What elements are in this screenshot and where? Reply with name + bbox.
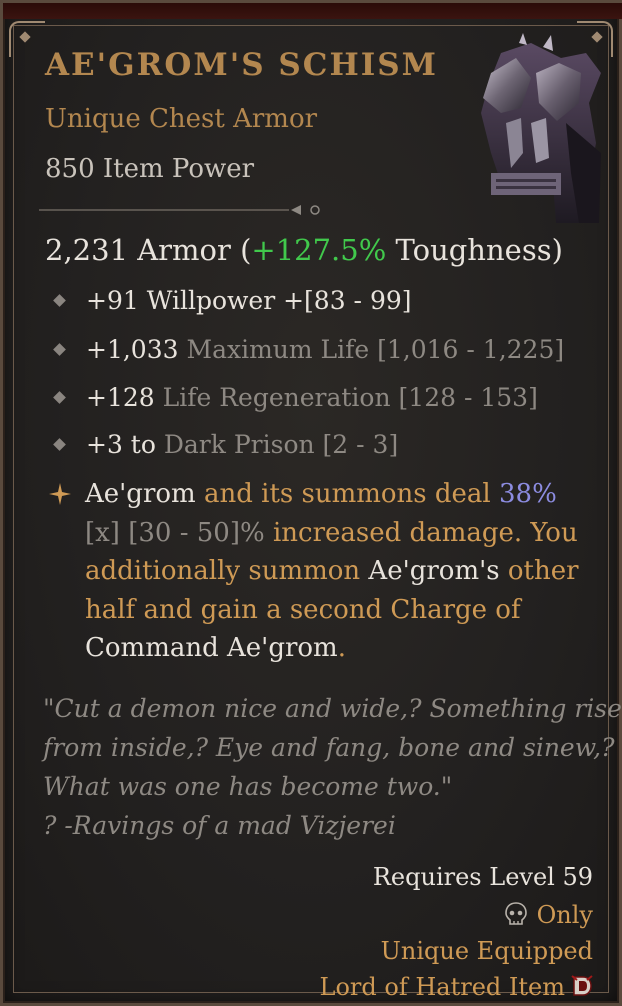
flavor-line: ? -Ravings of a mad Vizjerei xyxy=(43,811,396,840)
unique-star-icon xyxy=(49,483,71,505)
affix-maximum-life: +1,033 Maximum Life [1,016 - 1,225] xyxy=(49,335,564,364)
corner-ornament-left xyxy=(9,21,45,57)
expansion-label: Lord of Hatred Item xyxy=(319,973,565,1001)
affix-range: [1,016 - 1,225] xyxy=(369,335,565,364)
required-level: Requires Level 59 xyxy=(372,863,593,891)
affix-name: Life Regeneration xyxy=(162,383,391,412)
expansion-requirement: Lord of Hatred Item xyxy=(320,973,593,1001)
toughness-label: Toughness) xyxy=(386,233,563,267)
unique-line-3c: other xyxy=(499,556,579,586)
item-name: AE'GROM'S SCHISM xyxy=(45,47,438,83)
armor-stat: 2,231 Armor (+127.5% Toughness) xyxy=(45,233,563,267)
unique-line-5a: Command Ae'grom xyxy=(85,633,338,663)
expansion-d-icon xyxy=(571,975,593,996)
unique-line-1b: and its summons deal xyxy=(195,479,500,509)
unique-line-2b: increased damage. You xyxy=(264,517,578,548)
unique-line-1a: Ae'grom xyxy=(85,479,196,509)
item-tooltip: AE'GROM'S SCHISM Unique Chest Armor 850 … xyxy=(0,0,622,1006)
affix-range: [2 - 3] xyxy=(314,430,399,459)
affix-dark-prison: +3 to Dark Prison [2 - 3] xyxy=(49,430,398,459)
unique-line-5b: . xyxy=(337,633,346,663)
affix-value: +128 xyxy=(86,383,163,412)
armor-value: 2,231 Armor ( xyxy=(45,233,252,267)
toughness-value: +127.5% xyxy=(251,233,387,267)
affix-text: +91 Willpower +[83 - 99] xyxy=(86,286,412,315)
affix-name: Maximum Life xyxy=(186,335,370,364)
top-band xyxy=(3,3,622,19)
item-type: Unique Chest Armor xyxy=(45,104,318,134)
flavor-text: "Cut a demon nice and wide,? Something r… xyxy=(43,689,622,845)
class-only-label: Only xyxy=(536,901,593,929)
affix-bullet-icon xyxy=(53,438,66,451)
unique-equipped: Unique Equipped xyxy=(380,937,593,965)
unique-line-4: half and gain a second Charge of xyxy=(85,594,521,625)
flavor-line: What was one has become two." xyxy=(43,772,453,801)
affix-bullet-icon xyxy=(53,391,66,404)
class-requirement: Only xyxy=(503,901,593,929)
affix-name: Dark Prison xyxy=(163,430,315,459)
affix-willpower: +91 Willpower +[83 - 99] xyxy=(49,286,412,315)
item-power: 850 Item Power xyxy=(45,154,255,184)
affix-life-regeneration: +128 Life Regeneration [128 - 153] xyxy=(49,383,538,412)
unique-line-1c: 38% xyxy=(499,479,557,509)
unique-line-3b: Ae'grom's xyxy=(368,556,500,586)
flavor-line: "Cut a demon nice and wide,? Something r… xyxy=(43,694,622,723)
affix-value: +1,033 xyxy=(86,335,187,364)
class-skull-icon xyxy=(504,902,527,925)
affix-value: +3 to xyxy=(86,430,164,459)
affix-range: [128 - 153] xyxy=(390,383,538,412)
chest-armor-icon xyxy=(481,33,601,223)
affix-bullet-icon xyxy=(53,343,66,356)
affix-bullet-icon xyxy=(53,294,66,307)
divider-ornament-icon xyxy=(39,205,320,215)
unique-line-3a: additionally summon xyxy=(85,556,369,586)
unique-effect: Ae'grom and its summons deal 38% [x] [30… xyxy=(85,475,585,668)
unique-line-2a: [x] [30 - 50]% xyxy=(85,517,265,548)
flavor-line: from inside,? Eye and fang, bone and sin… xyxy=(43,733,615,762)
